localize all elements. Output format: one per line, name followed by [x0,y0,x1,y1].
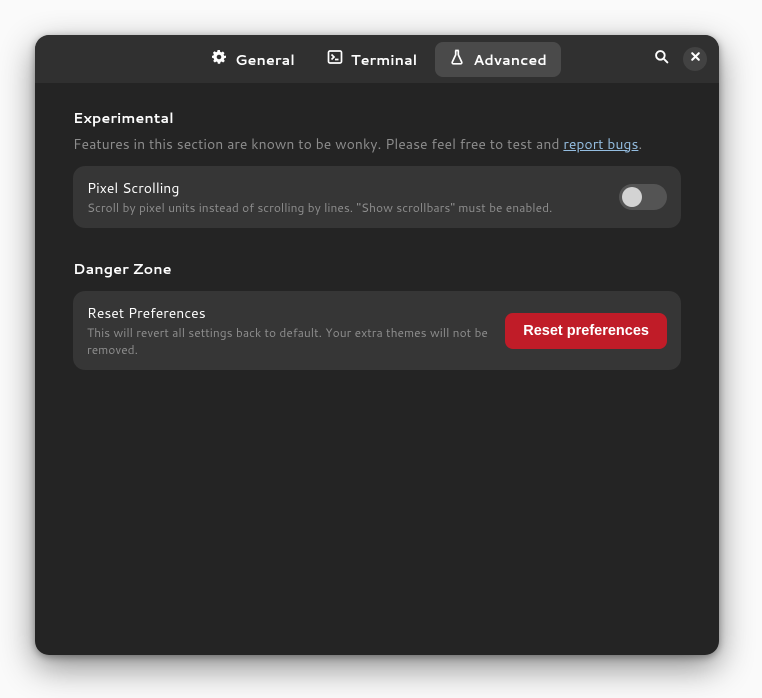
row-pixel-scrolling[interactable]: Pixel Scrolling Scroll by pixel units in… [73,166,681,228]
row-title: Pixel Scrolling [87,178,605,198]
tab-label: Terminal [351,49,417,70]
close-button[interactable] [683,47,707,71]
tab-label: General [235,49,295,70]
search-icon [654,49,669,69]
preferences-window: General Terminal Advanced [35,35,719,655]
search-button[interactable] [649,47,673,71]
section-title: Danger Zone [73,258,681,279]
tab-general[interactable]: General [197,42,309,77]
section-danger-zone: Danger Zone Reset Preferences This will … [73,258,681,369]
terminal-icon [327,49,343,70]
section-title: Experimental [73,107,681,128]
report-bugs-link[interactable]: report bugs [563,134,638,154]
gear-icon [211,49,227,70]
reset-preferences-button[interactable]: Reset preferences [505,313,667,349]
row-title: Reset Preferences [87,303,491,323]
section-description: Features in this section are known to be… [73,134,681,154]
view-switcher: General Terminal Advanced [109,42,649,77]
content-area: Experimental Features in this section ar… [35,83,719,655]
row-reset-preferences: Reset Preferences This will revert all s… [73,291,681,369]
row-subtitle: This will revert all settings back to de… [87,325,491,357]
pixel-scrolling-toggle[interactable] [619,184,667,210]
row-subtitle: Scroll by pixel units instead of scrolli… [87,200,605,216]
section-experimental: Experimental Features in this section ar… [73,107,681,228]
flask-icon [449,49,465,70]
tab-label: Advanced [473,49,547,70]
tab-terminal[interactable]: Terminal [313,42,431,77]
tab-advanced[interactable]: Advanced [435,42,561,77]
header-bar: General Terminal Advanced [35,35,719,83]
switch-knob [622,187,642,207]
close-icon [688,49,703,69]
